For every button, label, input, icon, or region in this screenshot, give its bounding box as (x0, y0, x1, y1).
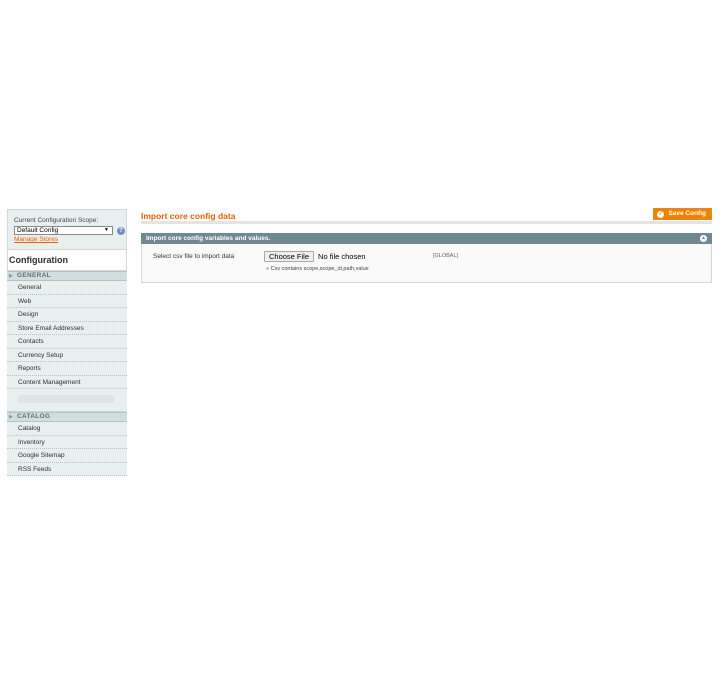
field-note-text: Csv contains scope,scope_id,path,value (270, 266, 369, 272)
sidebar-item-design[interactable]: Design (7, 308, 127, 322)
collapse-icon[interactable]: ▲ (700, 235, 707, 242)
sidebar-item-reports[interactable]: Reports (7, 362, 127, 376)
nav-spacer (7, 389, 127, 412)
sidebar-item-general[interactable]: General (7, 281, 127, 295)
nav-list-catalog: Catalog Inventory Google Sitemap RSS Fee… (7, 422, 127, 476)
main-content: Import core config data ✓ Save Config Im… (141, 208, 712, 283)
fieldset-body: Select csv file to import data Choose Fi… (141, 244, 712, 283)
sidebar-item-catalog[interactable]: Catalog (7, 422, 127, 436)
manage-stores-link[interactable]: Manage Stores (14, 236, 126, 244)
page-title: Import core config data (141, 211, 236, 221)
choose-file-button[interactable]: Choose File (264, 251, 315, 262)
sidebar-item-content-management[interactable]: Content Management (7, 376, 127, 389)
field-note: » Csv contains scope,scope_id,path,value (266, 266, 369, 272)
section-header-general[interactable]: ▶ GENERAL (7, 271, 127, 281)
sidebar-item-google-sitemap[interactable]: Google Sitemap (7, 449, 127, 463)
help-icon[interactable]: ? (117, 226, 125, 235)
scope-select[interactable]: Default Config ▼ (14, 226, 113, 235)
content-header: Import core config data ✓ Save Config (141, 208, 712, 224)
triangle-right-icon: ▶ (9, 414, 14, 420)
scope-row: Default Config ▼ ? (14, 226, 126, 235)
scope-switcher: Current Configuration Scope: Default Con… (7, 209, 127, 250)
triangle-right-icon: ▶ (9, 273, 14, 279)
sidebar-item-inventory[interactable]: Inventory (7, 436, 127, 449)
save-config-label: Save Config (668, 210, 706, 217)
blurred-item (17, 395, 115, 403)
section-label: GENERAL (17, 272, 51, 279)
nav-list-general: General Web Design Store Email Addresses… (7, 281, 127, 389)
sidebar: Current Configuration Scope: Default Con… (7, 209, 127, 480)
fieldset-title: Import core config variables and values. (146, 235, 271, 242)
file-input[interactable]: Choose File No file chosen (264, 251, 366, 262)
sidebar-item-store-email-addresses[interactable]: Store Email Addresses (7, 322, 127, 335)
scope-select-value: Default Config (17, 227, 59, 234)
scope-tag: [GLOBAL] (433, 253, 459, 259)
fieldset-header[interactable]: Import core config variables and values.… (141, 233, 712, 244)
sidebar-item-web[interactable]: Web (7, 295, 127, 308)
chevron-down-icon: ▼ (104, 227, 109, 233)
sidebar-item-rss-feeds[interactable]: RSS Feeds (7, 463, 127, 476)
csv-file-label: Select csv file to import data (153, 253, 235, 260)
scope-label: Current Configuration Scope: (14, 217, 99, 224)
configuration-title: Configuration (7, 250, 127, 271)
check-icon: ✓ (657, 211, 665, 218)
section-header-catalog[interactable]: ▶ CATALOG (7, 412, 127, 422)
sidebar-item-contacts[interactable]: Contacts (7, 335, 127, 349)
sidebar-item-currency-setup[interactable]: Currency Setup (7, 349, 127, 362)
save-config-button[interactable]: ✓ Save Config (653, 208, 712, 220)
section-label: CATALOG (17, 413, 51, 420)
file-status: No file chosen (318, 252, 366, 261)
